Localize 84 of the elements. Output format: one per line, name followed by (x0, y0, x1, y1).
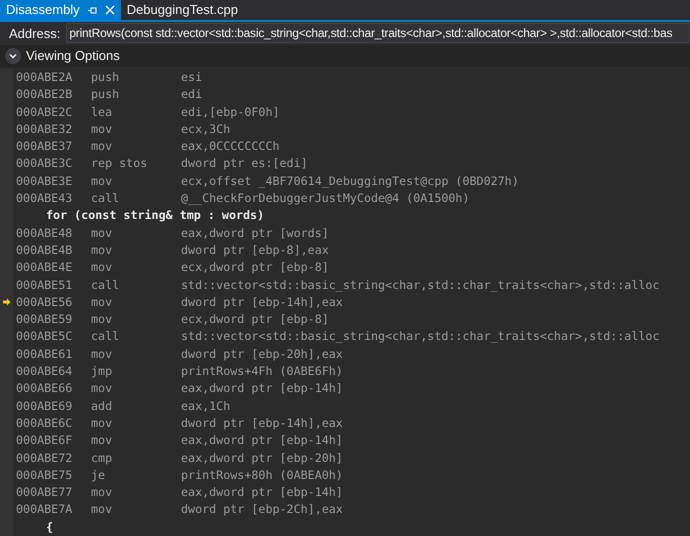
instruction-operands: dword ptr es:[edi] (181, 155, 308, 172)
address-text: 000ABE4B (16, 242, 74, 259)
instruction-operands: ecx,3Ch (181, 120, 230, 138)
instruction-operands: ecx,offset _4BF70614_DebuggingTest@cpp (0BD027h) (181, 172, 519, 190)
instruction-mnemonic: mov (91, 311, 114, 328)
instruction-mnemonic: mov (91, 138, 114, 156)
instruction-operands: edi,[ebp-0F0h] (181, 104, 280, 121)
address-text: 000ABE69 (16, 398, 74, 415)
tab[interactable]: Disassembly (0, 0, 121, 20)
instruction-operands: @__CheckForDebuggerJustMyCode@4 (0A1500h) (181, 190, 470, 208)
instruction-mnemonic: mov (91, 242, 114, 259)
instruction-mnemonic: mov (91, 120, 114, 138)
instruction-operands: eax,dword ptr [ebp-14h] (181, 432, 343, 450)
address-text: 000ABE51 (16, 276, 74, 294)
instruction-mnemonic: push (91, 68, 120, 86)
address-text: 000ABE4E (16, 259, 74, 276)
address-text: 000ABE3C (16, 155, 74, 172)
address-text: 000ABE77 (16, 484, 74, 502)
instruction-mnemonic: mov (91, 414, 114, 432)
instruction-mnemonic: lea (91, 104, 114, 121)
source-line: { (45, 518, 54, 536)
address-text: 000ABE37 (16, 138, 74, 156)
address-text: 000ABE48 (16, 224, 74, 242)
tab[interactable]: DebuggingTest.cpp (120, 0, 244, 20)
instruction-mnemonic: mov (91, 172, 114, 190)
instruction-operands: esi (181, 68, 202, 86)
source-line: for (const string& tmp : words) (45, 207, 264, 224)
instruction-mnemonic: mov (91, 501, 114, 518)
address-text: 000ABE64 (16, 363, 74, 380)
instruction-mnemonic: call (91, 328, 120, 346)
instruction-mnemonic: mov (91, 259, 114, 276)
address-text: 000ABE66 (16, 380, 74, 398)
instruction-operands: dword ptr [ebp-8],eax (181, 242, 329, 259)
pin-icon[interactable] (88, 6, 97, 15)
instruction-operands: eax,dword ptr [words] (181, 224, 329, 242)
address-text: 000ABE59 (16, 311, 74, 328)
instruction-mnemonic: jmp (91, 363, 114, 380)
instruction-mnemonic: mov (91, 380, 114, 398)
instruction-operands: ecx,dword ptr [ebp-8] (181, 259, 329, 276)
instruction-operands: ecx,dword ptr [ebp-8] (181, 311, 329, 328)
address-field[interactable]: printRows(const std::vector<std::basic_string<char,std::char_traits<char>,std::allocator<char> >,std::allocator<std::bas (66, 23, 690, 44)
instruction-operands: eax,dword ptr [ebp-20h] (181, 450, 343, 467)
instruction-operands: eax,dword ptr [ebp-14h] (181, 380, 343, 398)
instruction-operands: dword ptr [ebp-14h],eax (181, 414, 343, 432)
instruction-operands: edi (181, 86, 202, 104)
address-text: 000ABE6F (16, 432, 74, 450)
instruction-mnemonic: push (91, 86, 120, 104)
instruction-mnemonic: rep stos (91, 155, 148, 172)
instruction-operands: std::vector<std::basic_string<char,std::char_traits<char>,std::alloc (181, 328, 660, 346)
close-icon[interactable] (104, 5, 115, 16)
instruction-operands: printRows+4Fh (0ABE6Fh) (181, 363, 343, 380)
instruction-operands: dword ptr [ebp-20h],eax (181, 346, 343, 363)
instruction-operands: printRows+80h (0ABEA0h) (181, 466, 343, 484)
address-text: 000ABE56 (16, 294, 74, 311)
instruction-mnemonic: mov (91, 432, 114, 450)
address-text: 000ABE2A (16, 68, 74, 86)
instruction-mnemonic: mov (91, 224, 114, 242)
instruction-operands: std::vector<std::basic_string<char,std::char_traits<char>,std::alloc (181, 276, 660, 294)
instruction-operands: eax,dword ptr [ebp-14h] (181, 484, 343, 502)
address-label: Address: (9, 24, 60, 43)
instruction-operands: eax,1Ch (181, 398, 230, 415)
address-text: 000ABE2C (16, 104, 74, 121)
address-text: 000ABE43 (16, 190, 74, 208)
address-text: 000ABE72 (16, 450, 74, 467)
instruction-mnemonic: cmp (91, 450, 114, 467)
instruction-mnemonic: mov (91, 294, 114, 311)
instruction-operands: eax,0CCCCCCCCh (181, 138, 280, 156)
address-text: 000ABE3E (16, 172, 74, 190)
viewing-options-button[interactable]: Viewing Options (5, 46, 120, 66)
address-text: 000ABE61 (16, 346, 74, 363)
address-text: 000ABE32 (16, 120, 74, 138)
instruction-mnemonic: add (91, 398, 114, 415)
address-text: 000ABE2B (16, 86, 74, 104)
instruction-mnemonic: je (91, 466, 106, 484)
instruction-mnemonic: call (91, 276, 120, 294)
address-text: 000ABE5C (16, 328, 74, 346)
instruction-operands: dword ptr [ebp-2Ch],eax (181, 501, 343, 518)
address-text: 000ABE75 (16, 466, 74, 484)
instruction-mnemonic: mov (91, 346, 114, 363)
instruction-mnemonic: call (91, 190, 120, 208)
instruction-operands: dword ptr [ebp-14h],eax (181, 294, 343, 311)
address-text: 000ABE7A (16, 501, 74, 518)
instruction-mnemonic: mov (91, 484, 114, 502)
address-text: 000ABE6C (16, 414, 74, 432)
